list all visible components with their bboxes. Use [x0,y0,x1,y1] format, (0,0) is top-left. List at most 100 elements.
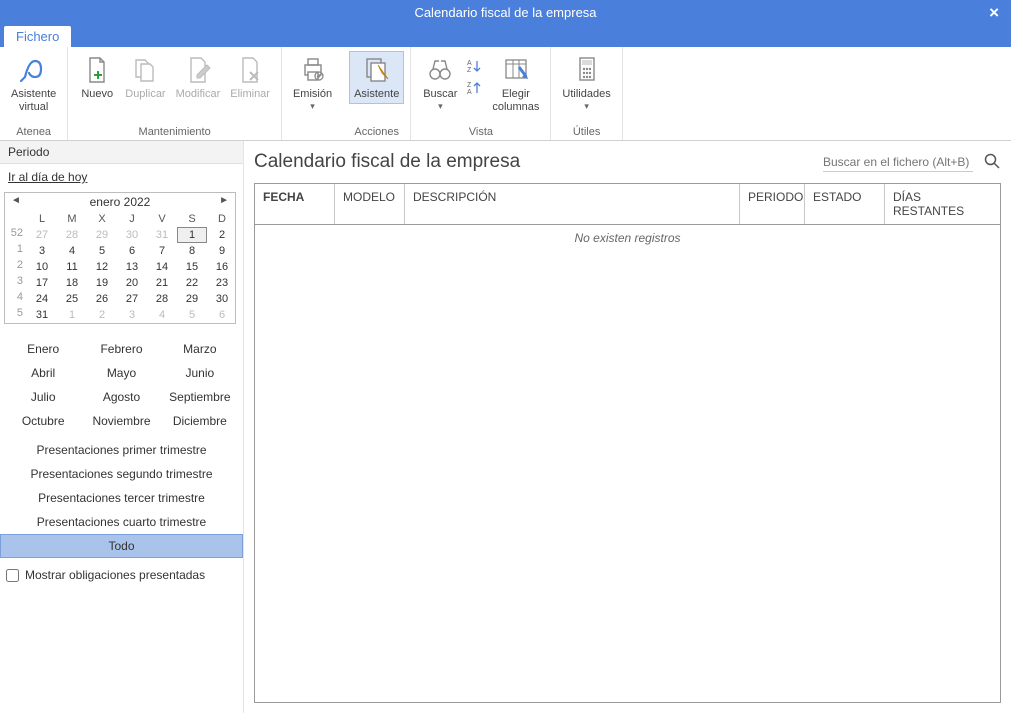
column-header-estado[interactable]: ESTADO [805,184,885,224]
calendar-day[interactable]: 30 [117,227,147,243]
group-acciones: Asistente Acciones [343,47,411,140]
column-header-dias[interactable]: DÍAS RESTANTES [885,184,1000,224]
group-emision: Emisión ▾ [282,47,343,140]
preset-item[interactable]: Presentaciones cuarto trimestre [0,510,243,534]
calendar-day[interactable]: 17 [27,275,57,291]
calendar-day[interactable]: 16 [207,259,237,275]
calendar-day[interactable]: 7 [147,243,177,259]
calendar-day[interactable]: 26 [87,291,117,307]
month-shortcut[interactable]: Mayo [82,364,160,382]
svg-text:A: A [467,89,472,96]
asistente-button[interactable]: Asistente [349,51,404,104]
today-link[interactable]: Ir al día de hoy [0,164,243,190]
calendar-day[interactable]: 11 [57,259,87,275]
month-shortcut[interactable]: Julio [4,388,82,406]
duplicar-button[interactable]: Duplicar [120,51,170,104]
preset-item[interactable]: Todo [0,534,243,558]
buscar-button[interactable]: Buscar ▾ [417,51,463,116]
calendar-day[interactable]: 6 [117,243,147,259]
calendar-day[interactable]: 27 [117,291,147,307]
calendar-day[interactable]: 5 [87,243,117,259]
calendar-day[interactable]: 18 [57,275,87,291]
preset-item[interactable]: Presentaciones primer trimestre [0,438,243,462]
column-header-fecha[interactable]: FECHA [255,184,335,224]
search-icon[interactable] [983,152,1001,173]
calendar-day[interactable]: 30 [207,291,237,307]
elegir-columnas-button[interactable]: Elegir columnas [487,51,544,116]
calendar-day[interactable]: 31 [27,307,57,323]
search-input[interactable] [823,153,973,172]
calendar-day[interactable]: 27 [27,227,57,243]
group-label-utiles: Útiles [573,126,601,138]
calendar-day[interactable]: 12 [87,259,117,275]
emision-button[interactable]: Emisión ▾ [288,51,337,114]
show-presented-checkbox[interactable] [6,569,19,582]
calendar-day[interactable]: 23 [207,275,237,291]
group-label-vista: Vista [469,126,493,138]
ribbon: Asistente virtual Atenea Nuevo [0,47,1011,141]
tab-strip: Fichero [0,25,1011,47]
column-header-descripcion[interactable]: DESCRIPCIÓN [405,184,740,224]
calendar-day[interactable]: 2 [87,307,117,323]
week-number: 52 [5,227,27,243]
title-bar: Calendario fiscal de la empresa × [0,0,1011,25]
calendar-day[interactable]: 8 [177,243,207,259]
close-button[interactable]: × [983,0,1005,25]
calendar-day[interactable]: 13 [117,259,147,275]
column-header-periodo[interactable]: PERIODO [740,184,805,224]
calendar-day[interactable]: 21 [147,275,177,291]
column-header-modelo[interactable]: MODELO [335,184,405,224]
calendar-day[interactable]: 22 [177,275,207,291]
calendar-day[interactable]: 3 [117,307,147,323]
calendar-day[interactable]: 25 [57,291,87,307]
svg-text:Z: Z [467,67,472,74]
sort-desc-icon[interactable]: ZA [467,80,483,96]
calendar-day[interactable]: 28 [147,291,177,307]
month-shortcut[interactable]: Enero [4,340,82,358]
table-header-row: FECHA MODELO DESCRIPCIÓN PERIODO ESTADO … [255,184,1000,225]
month-shortcut[interactable]: Noviembre [82,412,160,430]
month-shortcut[interactable]: Abril [4,364,82,382]
sort-asc-icon[interactable]: AZ [467,58,483,74]
month-shortcut[interactable]: Diciembre [161,412,239,430]
month-shortcut[interactable]: Octubre [4,412,82,430]
calendar-day[interactable]: 4 [147,307,177,323]
calendar-day[interactable]: 3 [27,243,57,259]
preset-item[interactable]: Presentaciones tercer trimestre [0,486,243,510]
month-shortcut[interactable]: Febrero [82,340,160,358]
nuevo-label: Nuevo [81,88,113,101]
calendar-day[interactable]: 4 [57,243,87,259]
calendar-day[interactable]: 1 [177,227,207,243]
calendar-day[interactable]: 14 [147,259,177,275]
calendar-day[interactable]: 15 [177,259,207,275]
month-shortcut[interactable]: Septiembre [161,388,239,406]
calendar-day[interactable]: 9 [207,243,237,259]
utilidades-button[interactable]: Utilidades ▾ [557,51,615,114]
calendar-day[interactable]: 24 [27,291,57,307]
new-document-icon [81,54,113,86]
calendar-day[interactable]: 31 [147,227,177,243]
calendar-day[interactable]: 1 [57,307,87,323]
calendar-day[interactable]: 29 [87,227,117,243]
calendar-day[interactable]: 10 [27,259,57,275]
calendar-day[interactable]: 5 [177,307,207,323]
nuevo-button[interactable]: Nuevo [74,51,120,104]
month-shortcut[interactable]: Marzo [161,340,239,358]
calendar-day[interactable]: 2 [207,227,237,243]
preset-item[interactable]: Presentaciones segundo trimestre [0,462,243,486]
elegir-columnas-label: Elegir columnas [492,88,539,113]
calendar-next-button[interactable]: ► [213,193,235,208]
calendar-prev-button[interactable]: ◄ [5,193,27,208]
binoculars-icon [424,54,456,86]
asistente-virtual-button[interactable]: Asistente virtual [6,51,61,116]
calendar-day[interactable]: 29 [177,291,207,307]
calendar-day[interactable]: 28 [57,227,87,243]
month-shortcut[interactable]: Agosto [82,388,160,406]
calendar-day[interactable]: 6 [207,307,237,323]
calendar-day[interactable]: 20 [117,275,147,291]
modificar-button[interactable]: Modificar [171,51,226,104]
month-shortcut[interactable]: Junio [161,364,239,382]
calendar-day[interactable]: 19 [87,275,117,291]
tab-fichero[interactable]: Fichero [4,26,71,47]
eliminar-button[interactable]: Eliminar [225,51,275,104]
